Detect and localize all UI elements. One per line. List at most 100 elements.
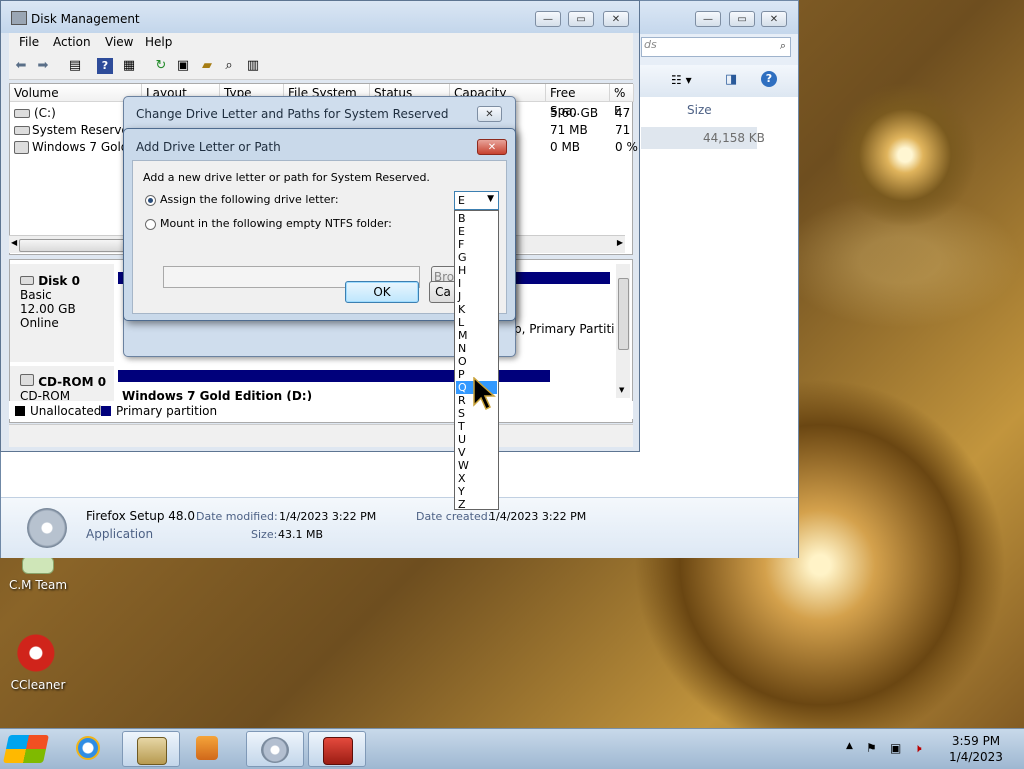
- scroll-right-icon[interactable]: ▶: [617, 238, 623, 247]
- application-icon: [27, 508, 67, 548]
- menu-bar: File Action View Help: [9, 33, 633, 53]
- help-book-icon[interactable]: ?: [97, 58, 113, 74]
- help-icon[interactable]: ?: [761, 71, 777, 87]
- taskbar-setup-program[interactable]: [246, 731, 304, 767]
- taskbar-media-player[interactable]: [182, 731, 240, 767]
- volume-muted-icon[interactable]: 🕨: [914, 741, 922, 756]
- forward-arrow-icon[interactable]: ➡: [35, 58, 51, 74]
- desktop-icon-ccleaner[interactable]: CCleaner: [3, 632, 73, 692]
- column-header-free-space[interactable]: Free Spa...: [546, 84, 610, 118]
- scroll-down-icon[interactable]: ▼: [619, 386, 624, 394]
- date-modified-value: 1/4/2023 3:22 PM: [279, 510, 377, 523]
- drive-icon: [14, 109, 30, 118]
- properties-icon[interactable]: ▦: [121, 58, 137, 74]
- drive-letter-option[interactable]: Y: [456, 485, 497, 498]
- dialog-body: Add a new drive letter or path for Syste…: [132, 160, 507, 314]
- drive-letter-option[interactable]: J: [456, 290, 497, 303]
- drive-letter-dropdown-list[interactable]: BEFGHIJKLMNOPQRSTUVWXYZ: [454, 210, 499, 511]
- drive-letter-option[interactable]: M: [456, 329, 497, 342]
- menu-view[interactable]: View: [105, 35, 133, 49]
- refresh-icon[interactable]: ↻: [153, 58, 169, 74]
- toolbox-icon: [323, 737, 353, 765]
- menu-help[interactable]: Help: [145, 35, 172, 49]
- show-hidden-icons-icon[interactable]: ▲: [846, 741, 853, 751]
- drive-letter-option[interactable]: W: [456, 459, 497, 472]
- cm-team-icon: [22, 556, 54, 574]
- back-arrow-icon[interactable]: ⬅: [13, 58, 29, 74]
- windows-logo-icon: [3, 735, 49, 763]
- minimize-button[interactable]: —: [535, 11, 561, 27]
- menu-action[interactable]: Action: [53, 35, 91, 49]
- file-name: Firefox Setup 48.0: [86, 509, 195, 523]
- taskbar-computer-management[interactable]: [308, 731, 366, 767]
- preview-pane-icon[interactable]: ◨: [725, 72, 737, 87]
- cdrom-0-label[interactable]: CD-ROM 0 CD-ROM: [10, 366, 114, 406]
- drive-letter-option[interactable]: F: [456, 238, 497, 251]
- assign-letter-label[interactable]: Assign the following drive letter:: [160, 193, 339, 206]
- drive-letter-option[interactable]: K: [456, 303, 497, 316]
- clock-date: 1/4/2023: [949, 750, 1003, 764]
- mount-folder-radio[interactable]: [145, 219, 156, 230]
- drive-letter-option[interactable]: X: [456, 472, 497, 485]
- size-value: 43.1 MB: [278, 528, 324, 541]
- search-icon[interactable]: ⌕: [221, 58, 237, 74]
- explorer-maximize-button[interactable]: ▭: [729, 11, 755, 27]
- mount-folder-label[interactable]: Mount in the following empty NTFS folder…: [160, 217, 392, 230]
- console-tree-icon[interactable]: ▤: [67, 58, 83, 74]
- drive-letter-option[interactable]: B: [456, 212, 497, 225]
- drive-letter-option[interactable]: E: [456, 225, 497, 238]
- drive-letter-option[interactable]: T: [456, 420, 497, 433]
- volume-free: 71 MB: [550, 123, 588, 137]
- drive-letter-option[interactable]: O: [456, 355, 497, 368]
- explorer-search-input[interactable]: ds ⌕: [641, 37, 791, 57]
- column-header-percent-free[interactable]: % F: [610, 84, 634, 118]
- date-modified-label: Date modified:: [196, 510, 278, 523]
- drive-letter-option[interactable]: V: [456, 446, 497, 459]
- explorer-details-pane: Firefox Setup 48.0 Application Date modi…: [1, 497, 798, 558]
- drive-letter-option[interactable]: L: [456, 316, 497, 329]
- window-title: Disk Management: [31, 12, 140, 26]
- cancel-button[interactable]: Ca: [429, 281, 457, 303]
- explorer-close-button[interactable]: ✕: [761, 11, 787, 27]
- settings-icon[interactable]: ▣: [175, 58, 191, 74]
- size-label: Size:: [251, 528, 278, 541]
- scroll-left-icon[interactable]: ◀: [11, 238, 17, 247]
- assign-letter-radio[interactable]: [145, 195, 156, 206]
- drive-letter-option[interactable]: N: [456, 342, 497, 355]
- open-folder-icon[interactable]: ▰: [199, 58, 215, 74]
- vertical-scrollbar-thumb[interactable]: [618, 278, 629, 350]
- drive-letter-option[interactable]: Z: [456, 498, 497, 511]
- disk-name: Disk 0: [38, 274, 80, 288]
- dialog-close-button[interactable]: ✕: [477, 139, 507, 155]
- close-button[interactable]: ✕: [603, 11, 629, 27]
- cd-drive-icon: [14, 141, 29, 154]
- properties-sheet-icon[interactable]: ▥: [245, 58, 261, 74]
- legend-unallocated: Unallocated: [15, 404, 101, 418]
- taskbar-clock[interactable]: 3:59 PM 1/4/2023: [946, 733, 1006, 765]
- dialog-description: Add a new drive letter or path for Syste…: [143, 171, 430, 184]
- dialog-close-button[interactable]: ✕: [477, 106, 502, 122]
- start-button[interactable]: [0, 729, 56, 769]
- column-header-size[interactable]: Size: [687, 103, 712, 117]
- chevron-down-icon: ▼: [487, 194, 494, 204]
- taskbar-file-explorer[interactable]: [122, 731, 180, 767]
- drive-letter-option[interactable]: I: [456, 277, 497, 290]
- volume-pct: 71: [615, 123, 631, 137]
- maximize-button[interactable]: ▭: [568, 11, 594, 27]
- drive-letter-option[interactable]: H: [456, 264, 497, 277]
- ok-button[interactable]: OK: [345, 281, 419, 303]
- desktop-icon-cm-team[interactable]: C.M Team: [3, 556, 73, 592]
- disk-0-label[interactable]: Disk 0 Basic 12.00 GB Online: [10, 264, 114, 362]
- explorer-minimize-button[interactable]: —: [695, 11, 721, 27]
- action-center-flag-icon[interactable]: ⚑: [866, 741, 877, 755]
- volume-free: 5.60 GB: [550, 106, 599, 120]
- views-icon[interactable]: ☷ ▾: [671, 73, 692, 87]
- drive-letter-option[interactable]: G: [456, 251, 497, 264]
- vertical-scrollbar[interactable]: ▼: [616, 264, 630, 398]
- drive-letter-option[interactable]: U: [456, 433, 497, 446]
- drive-letter-select[interactable]: E ▼: [454, 191, 499, 210]
- menu-file[interactable]: File: [19, 35, 39, 49]
- ccleaner-icon: [17, 632, 59, 674]
- network-icon[interactable]: ▣: [890, 741, 901, 755]
- taskbar-internet-explorer[interactable]: [62, 731, 120, 767]
